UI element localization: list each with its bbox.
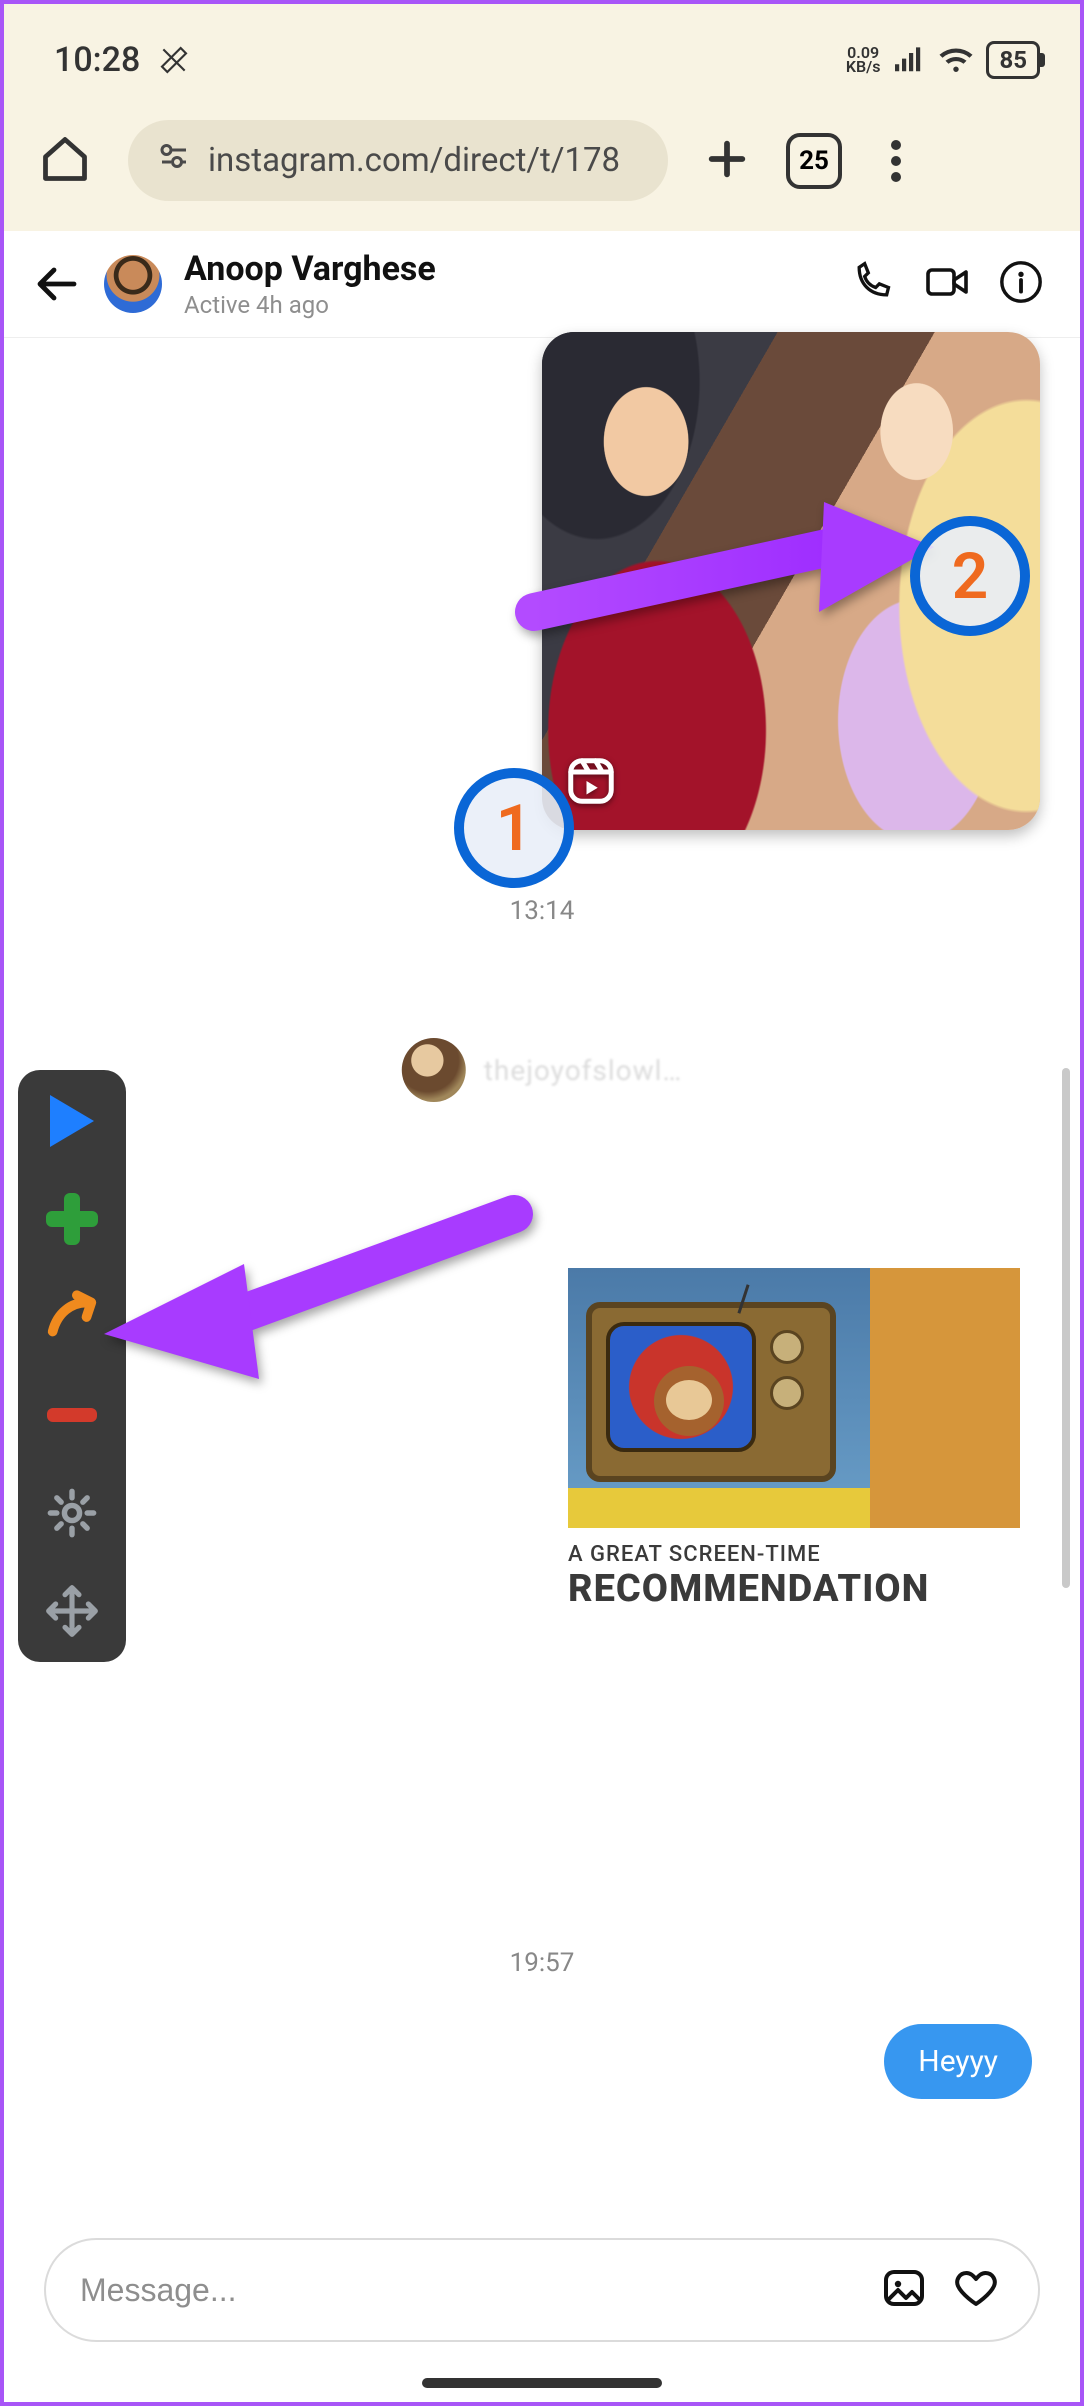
post-side-panel	[870, 1268, 1020, 1528]
annotation-arrow-to-plus	[94, 1194, 524, 1388]
status-bar: 10:28 0.09 KB/s 85	[4, 22, 1080, 110]
url-text: instagram.com/direct/t/178	[208, 141, 620, 180]
contact-title-block[interactable]: Anoop Varghese Active 4h ago	[184, 249, 828, 319]
sent-message-bubble[interactable]: Heyyy	[884, 2024, 1032, 2099]
nav-gesture-bar	[422, 2378, 662, 2388]
move-tool-icon[interactable]	[43, 1582, 101, 1640]
cellular-signal-icon	[892, 46, 926, 74]
annotation-arrow-to-info	[524, 492, 954, 656]
composer-area	[4, 2238, 1080, 2342]
browser-toolbar: instagram.com/direct/t/178 25	[4, 110, 1080, 211]
post-caption-line1: A GREAT SCREEN-TIME	[568, 1542, 1020, 1567]
battery-indicator: 85	[986, 41, 1040, 79]
post-artwork	[568, 1268, 870, 1528]
address-bar[interactable]: instagram.com/direct/t/178	[128, 120, 668, 201]
play-tool-icon[interactable]	[43, 1092, 101, 1150]
browser-menu-button[interactable]	[876, 134, 916, 188]
plus-tool-icon[interactable]	[43, 1190, 101, 1248]
curve-arrow-tool-icon[interactable]	[43, 1288, 101, 1346]
shared-profile-avatar	[402, 1038, 466, 1102]
home-icon[interactable]	[36, 133, 94, 189]
data-rate-indicator: 0.09 KB/s	[846, 46, 881, 74]
message-composer[interactable]	[44, 2238, 1040, 2342]
browser-chrome: 10:28 0.09 KB/s 85	[4, 4, 1080, 231]
gallery-icon[interactable]	[880, 2264, 932, 2316]
contact-name: Anoop Varghese	[184, 249, 828, 289]
shared-profile-name: thejoyofslowl…	[484, 1054, 682, 1087]
minus-tool-icon[interactable]	[43, 1386, 101, 1444]
status-time: 10:28	[54, 40, 140, 80]
scrollbar-thumb[interactable]	[1062, 1068, 1070, 1588]
video-call-button[interactable]	[924, 260, 976, 308]
contact-avatar[interactable]	[104, 255, 162, 313]
shared-profile-row[interactable]: thejoyofslowl…	[402, 1038, 682, 1102]
timestamp: 19:57	[4, 1948, 1080, 1978]
site-settings-icon[interactable]	[156, 138, 192, 183]
audio-call-button[interactable]	[850, 260, 902, 308]
chat-header: Anoop Varghese Active 4h ago	[4, 231, 1080, 338]
like-icon[interactable]	[952, 2264, 1004, 2316]
post-caption-line2: RECOMMENDATION	[568, 1567, 1020, 1611]
tab-switcher-button[interactable]: 25	[786, 133, 842, 189]
new-tab-button[interactable]	[702, 136, 752, 186]
message-input[interactable]	[80, 2272, 860, 2309]
ruler-off-icon	[158, 44, 190, 76]
shared-post-card[interactable]: A GREAT SCREEN-TIME RECOMMENDATION	[568, 1268, 1020, 1611]
sent-message-text: Heyyy	[918, 2044, 998, 2079]
timestamp: 13:14	[4, 896, 1080, 926]
wifi-icon	[938, 46, 974, 74]
conversation-info-button[interactable]	[998, 259, 1050, 309]
contact-status: Active 4h ago	[184, 291, 828, 319]
settings-tool-icon[interactable]	[43, 1484, 101, 1542]
reel-icon	[564, 754, 618, 808]
back-button[interactable]	[34, 260, 82, 308]
